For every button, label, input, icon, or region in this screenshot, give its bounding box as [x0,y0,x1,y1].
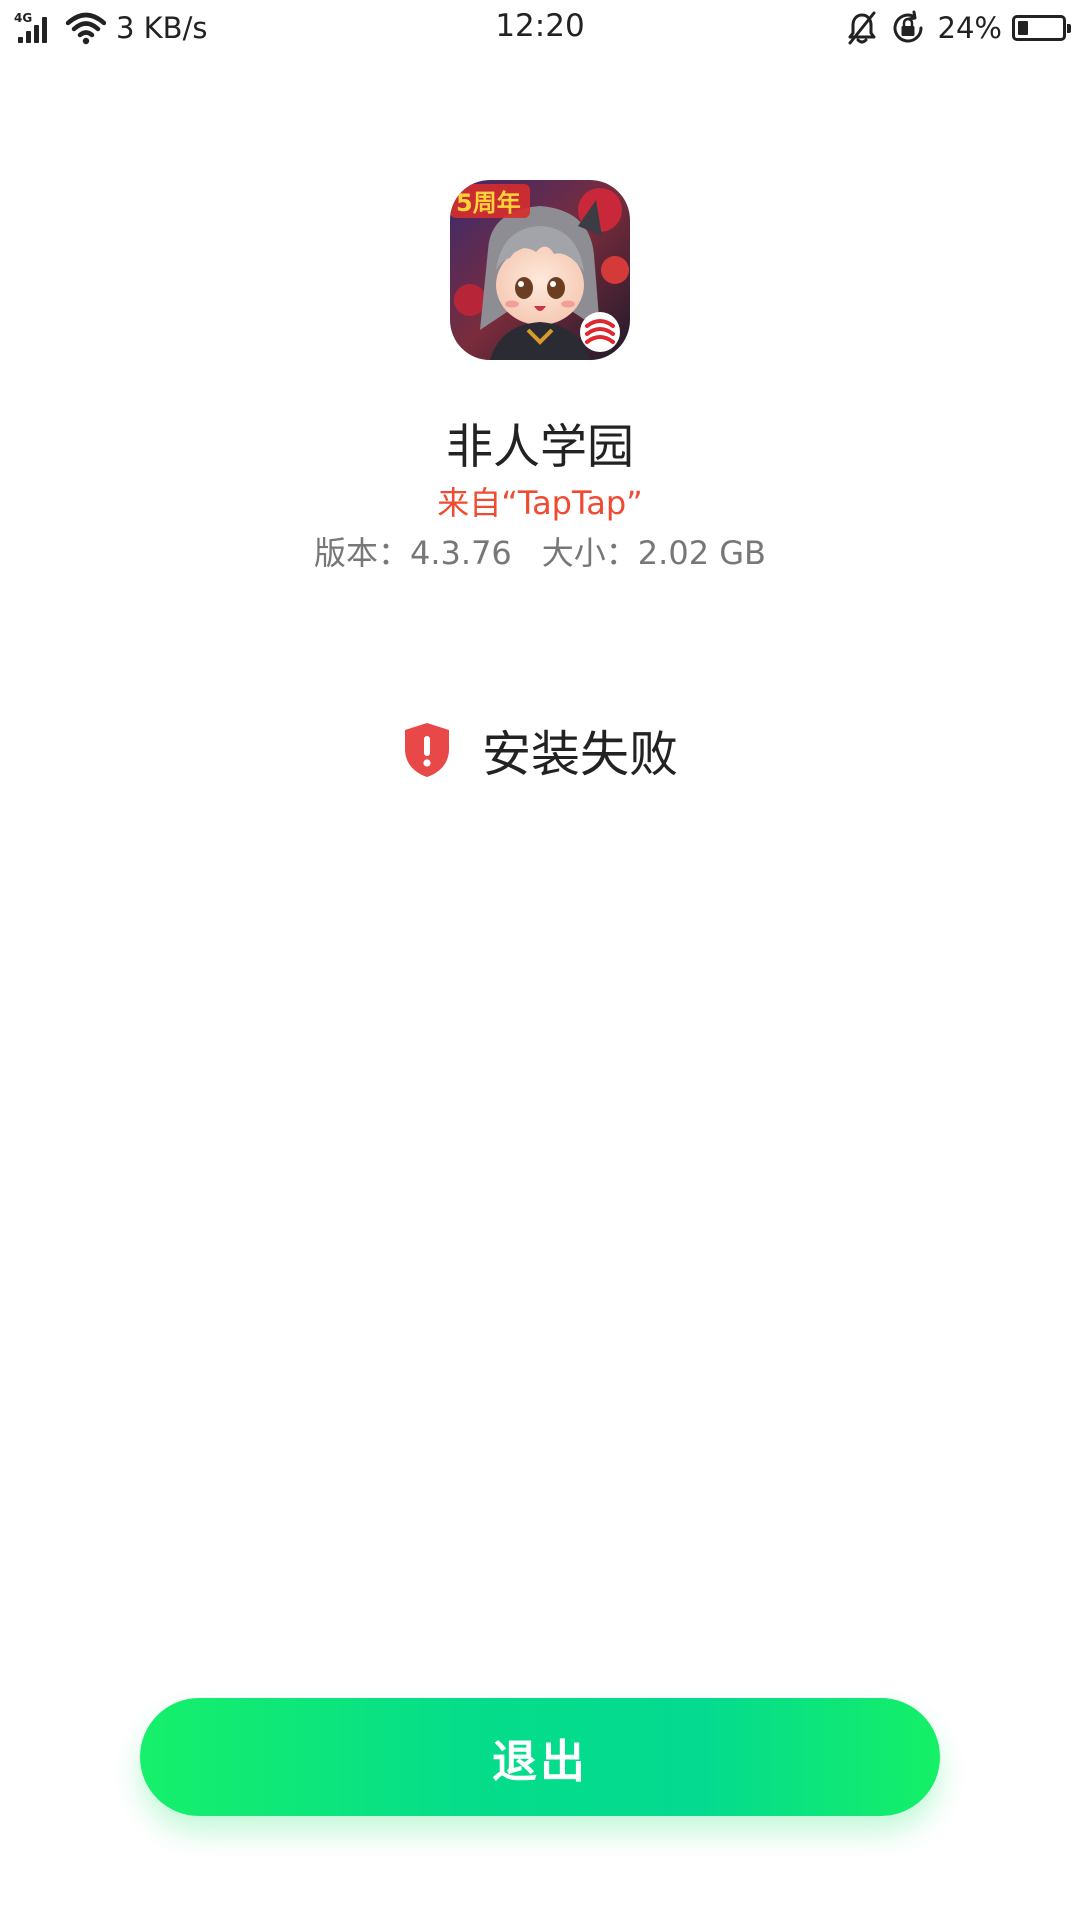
app-size: 大小：2.02 GB [541,534,766,572]
shield-warning-icon [404,723,449,777]
app-artwork: 5周年 [450,180,630,360]
rotation-lock-icon [893,10,923,43]
battery-percent: 24% [937,11,1002,45]
battery-level-fill [1018,21,1028,35]
app-icon: 5周年 [450,180,630,360]
status-right: 24% [846,10,1071,46]
exit-button-label: 退出 [491,1734,588,1788]
anniversary-badge: 5周年 [456,189,521,217]
app-meta: 版本：4.3.76 大小：2.02 GB [0,528,1080,574]
app-source: 来自“TapTap” [437,484,643,522]
mute-bell-icon [848,11,876,45]
app-name: 非人学园 [446,420,634,475]
install-result: 安装失败 [0,720,1080,783]
status-bar: 4G 3 KB/s 12:20 24% [0,0,1080,56]
install-failed-text: 安装失败 [481,725,678,783]
exit-button[interactable]: 退出 [140,1698,940,1816]
battery-icon [1012,15,1071,41]
app-version: 版本：4.3.76 [314,534,512,572]
